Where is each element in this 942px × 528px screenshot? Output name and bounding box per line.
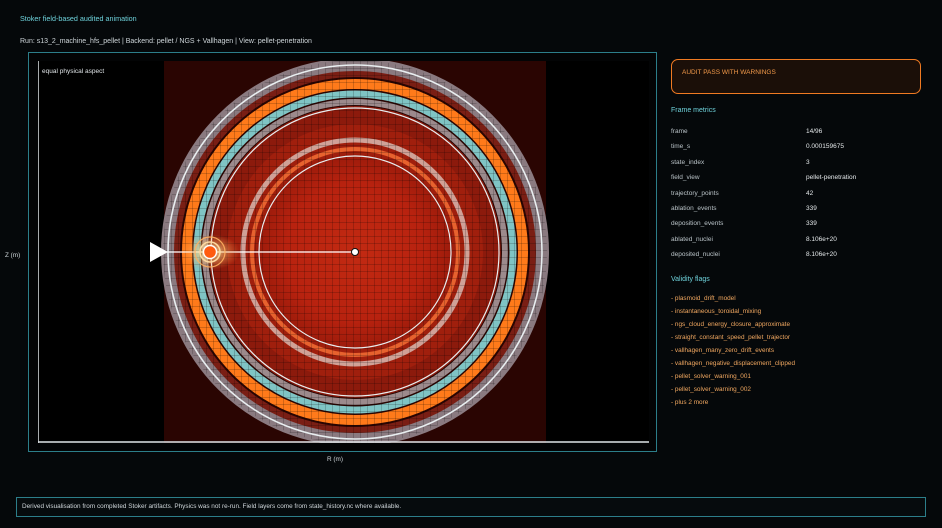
x-axis-label: R (m): [327, 456, 343, 463]
flag-item: - ngs_cloud_energy_closure_approximate: [671, 321, 791, 328]
aspect-label: equal physical aspect: [42, 68, 105, 75]
metric-value: 8.106e+20: [806, 251, 837, 259]
metric-key: deposition_events: [671, 220, 724, 228]
flag-more-item[interactable]: - plus 2 more: [671, 399, 921, 412]
metric-value: 14/96: [806, 128, 823, 135]
metric-key: field_view: [671, 174, 700, 182]
metric-row: ablation_events 339: [671, 205, 911, 220]
pellet-marker: [202, 244, 218, 260]
app-title: Stoker field-based audited animation: [20, 14, 137, 23]
metric-key: time_s: [671, 143, 691, 151]
metric-key: state_index: [671, 158, 705, 166]
metric-row: deposited_nuclei 8.106e+20: [671, 251, 911, 266]
audit-status-badge: AUDIT PASS WITH WARNINGS: [671, 59, 921, 94]
metric-value: 0.000159675: [806, 143, 844, 151]
flag-item: - pellet_solver_warning_001: [671, 373, 751, 380]
metric-row: state_index 3: [671, 159, 911, 174]
flag-item: - pellet_solver_warning_002: [671, 386, 751, 393]
flag-item: - vallhagen_negative_displacement_clippe…: [671, 360, 795, 367]
metric-row: time_s 0.000159675: [671, 143, 911, 158]
run-info-line: Run: s13_2_machine_hfs_pellet | Backend:…: [20, 38, 312, 45]
metric-value: 8.106e+20: [806, 235, 837, 243]
metric-key: trajectory_points: [671, 189, 719, 197]
metric-value: 339: [806, 220, 817, 228]
metric-value: pellet-penetration: [806, 174, 857, 182]
metric-key: frame: [671, 128, 688, 135]
metric-row: ablated_nuclei 8.106e+20: [671, 236, 911, 251]
validity-flags-title: Validity flags: [671, 276, 710, 283]
audit-status-text: AUDIT PASS WITH WARNINGS: [682, 69, 776, 76]
footer-text: Derived visualisation from completed Sto…: [22, 503, 402, 510]
metric-key: deposited_nuclei: [671, 251, 720, 259]
footer-note: Derived visualisation from completed Sto…: [16, 497, 926, 517]
magnetic-axis-marker: [351, 248, 359, 256]
metric-value: 339: [806, 204, 817, 212]
metric-row: frame 14/96: [671, 128, 911, 143]
metric-key: ablated_nuclei: [671, 235, 713, 243]
metric-key: ablation_events: [671, 204, 717, 212]
flag-item: - vallhagen_many_zero_drift_events: [671, 347, 775, 354]
app-root: Stoker field-based audited animation Run…: [0, 0, 942, 528]
metric-value: 42: [806, 189, 814, 197]
y-axis-label: Z (m): [5, 252, 21, 259]
flag-item: - straight_constant_speed_pellet_traject…: [671, 334, 791, 341]
metric-row: deposition_events 339: [671, 220, 911, 235]
flag-item: - instantaneous_toroidal_mixing: [671, 308, 762, 315]
metric-row: trajectory_points 42: [671, 190, 911, 205]
metric-row: field_view pellet-penetration: [671, 174, 911, 189]
plot-area[interactable]: equal physical aspect: [38, 61, 649, 443]
field-plot-panel: equal physical aspect: [28, 52, 657, 452]
metric-value: 3: [806, 158, 810, 166]
field-visualisation[interactable]: [38, 61, 649, 443]
frame-metrics-title: Frame metrics: [671, 107, 716, 114]
flag-item: - plasmoid_drift_model: [671, 295, 736, 302]
frame-metrics-table: frame 14/96 time_s 0.000159675 state_index…: [671, 128, 911, 267]
validity-flags-list: - plasmoid_drift_model - instantaneous_t…: [671, 295, 921, 412]
